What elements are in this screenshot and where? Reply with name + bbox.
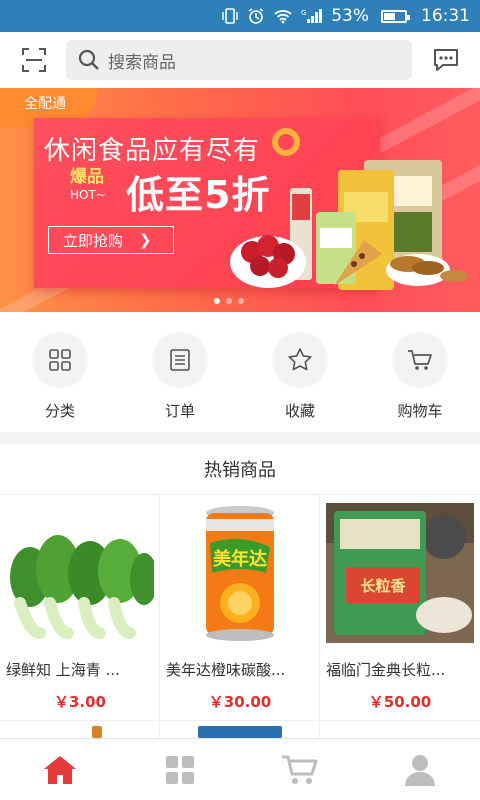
quick-nav-label: 分类 — [44, 402, 75, 420]
svg-text:G: G — [301, 9, 306, 17]
search-icon — [78, 49, 99, 70]
quick-nav-label: 订单 — [164, 402, 195, 420]
svg-text:美年达: 美年达 — [213, 548, 267, 570]
document-icon — [170, 349, 190, 371]
grid-icon — [49, 349, 71, 371]
search-input[interactable]: 搜索商品 — [66, 40, 412, 80]
product-card-partial[interactable] — [160, 720, 320, 738]
quick-nav-icon-bg — [392, 332, 448, 388]
top-header: 搜索商品 — [0, 32, 480, 88]
product-card-partial[interactable] — [320, 720, 480, 738]
message-button[interactable] — [424, 38, 468, 82]
hot-label-text: 爆品 — [70, 167, 104, 187]
shop-now-button[interactable]: 立即抢购 ❯ — [48, 226, 174, 254]
product-card-partial[interactable] — [0, 720, 160, 738]
status-bar: G 53% 16:31 — [0, 0, 480, 32]
quick-nav-orders[interactable]: 订单 — [120, 312, 240, 432]
promo-banner[interactable]: 全配通 休闲食品应有尽有 爆品 HOT~ 低至5折 立即抢购 ❯ — [0, 88, 480, 312]
chevron-right-icon: ❯ — [139, 231, 152, 249]
tab-profile[interactable] — [360, 739, 480, 800]
product-name: 绿鲜知 上海青 ... — [6, 661, 120, 679]
next-products-row — [0, 720, 480, 738]
battery-icon — [377, 9, 410, 23]
scan-icon — [22, 48, 46, 72]
product-card[interactable]: 美年达 美年达橙味碳酸... ￥30.00 — [160, 495, 320, 721]
grid-icon — [166, 755, 194, 784]
hot-products-section: 热销商品 绿鲜知 上海青 ... ￥3.00 美年达 美年达橙味碳酸... ￥3… — [0, 444, 480, 738]
vibrate-icon — [221, 8, 239, 24]
quick-nav-label: 购物车 — [397, 402, 443, 420]
scan-button[interactable] — [12, 38, 56, 82]
rice-bag-image: 长粒香 — [326, 503, 474, 643]
battery-percent: 53% — [331, 6, 369, 26]
cart-icon — [282, 755, 318, 784]
product-price: ￥3.00 — [53, 693, 106, 711]
quick-nav-icon-bg — [272, 332, 328, 388]
svg-text:长粒香: 长粒香 — [360, 577, 405, 595]
snack-food-illustration — [230, 160, 468, 290]
quick-nav-icon-bg — [32, 332, 88, 388]
product-price: ￥50.00 — [368, 693, 432, 711]
bottom-tab-bar — [0, 738, 480, 800]
tab-cart[interactable] — [240, 739, 360, 800]
product-price: ￥30.00 — [208, 693, 272, 711]
tab-home[interactable] — [0, 739, 120, 800]
chat-bubble-icon — [434, 49, 458, 71]
product-card[interactable]: 绿鲜知 上海青 ... ￥3.00 — [0, 495, 160, 721]
search-placeholder: 搜索商品 — [108, 52, 176, 73]
home-icon — [44, 755, 76, 784]
hot-label: 爆品 HOT~ — [70, 168, 106, 204]
shop-now-label: 立即抢购 — [63, 231, 124, 250]
quick-nav-category[interactable]: 分类 — [0, 312, 120, 432]
cart-icon — [408, 350, 432, 370]
wifi-icon — [273, 8, 293, 24]
product-card[interactable]: 长粒香 福临门金典长粒... ￥50.00 — [320, 495, 480, 721]
quick-nav-cart[interactable]: 购物车 — [360, 312, 480, 432]
quick-nav-icon-bg — [152, 332, 208, 388]
hot-sub-label: HOT~ — [70, 188, 106, 202]
pagination-dot[interactable] — [226, 298, 232, 304]
tab-category[interactable] — [120, 739, 240, 800]
product-grid: 绿鲜知 上海青 ... ￥3.00 美年达 美年达橙味碳酸... ￥30.00 — [0, 494, 480, 721]
alarm-icon — [247, 7, 265, 25]
product-name: 美年达橙味碳酸... — [166, 661, 286, 679]
quick-nav: 分类 订单 收藏 购物车 — [0, 312, 480, 432]
banner-pagination — [214, 298, 250, 304]
user-icon — [405, 754, 435, 786]
star-icon — [288, 348, 312, 371]
section-title: 热销商品 — [204, 460, 276, 481]
pagination-dot[interactable] — [214, 298, 220, 304]
orange-soda-can-image: 美年达 — [166, 503, 314, 643]
pagination-dot[interactable] — [238, 298, 244, 304]
bok-choy-image — [6, 503, 154, 643]
quick-nav-label: 收藏 — [284, 402, 315, 420]
clock: 16:31 — [421, 6, 470, 26]
product-name: 福临门金典长粒... — [326, 661, 446, 679]
signal-icon: G — [301, 8, 323, 24]
quick-nav-favorites[interactable]: 收藏 — [240, 312, 360, 432]
